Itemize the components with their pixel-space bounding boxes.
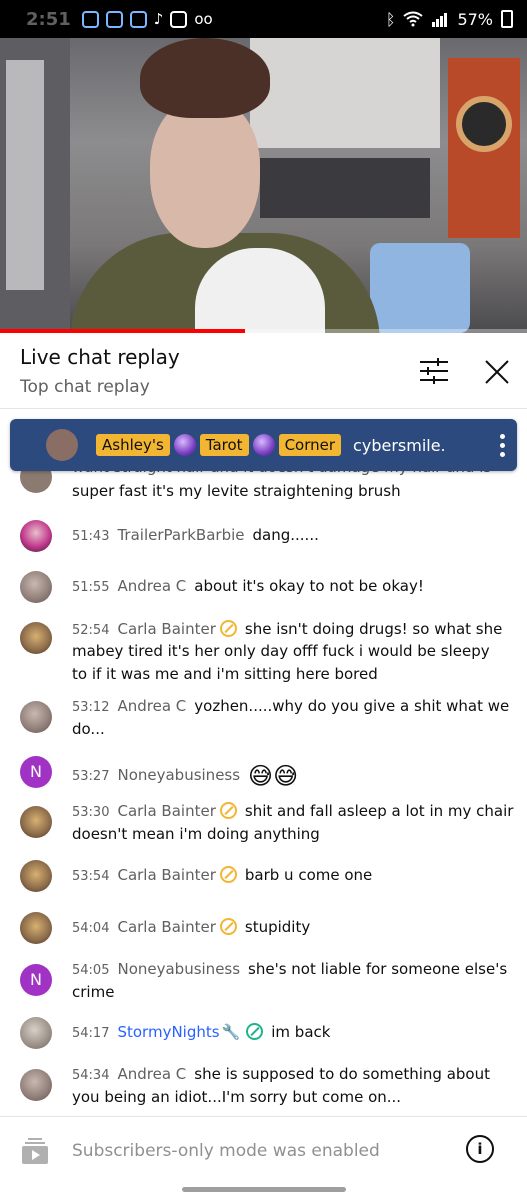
verified-badge-icon: [219, 802, 237, 819]
message-author[interactable]: Carla Bainter: [117, 866, 215, 884]
avatar: [20, 622, 52, 654]
avatar: [20, 1017, 52, 1049]
battery-percent: 57%: [457, 9, 493, 29]
message-timestamp: 54:04: [72, 921, 110, 936]
bluetooth-icon: ᛒ: [385, 9, 396, 29]
wifi-icon: [403, 11, 424, 27]
signal-icon: [432, 13, 448, 27]
more-options-icon[interactable]: [499, 433, 505, 457]
navigation-bar: [0, 1184, 527, 1200]
avatar: [20, 806, 52, 838]
message-text: yozhen.....why do you give a shit what w…: [194, 697, 510, 715]
message-text: mabey tired it's her only day offf fuck …: [72, 642, 490, 660]
message-timestamp: 53:27: [72, 769, 110, 784]
message-text: she is supposed to do something about: [194, 1065, 490, 1083]
message-text: barb u come one: [244, 866, 373, 884]
message-text: shit and fall asleep a lot in my chair: [244, 802, 514, 820]
screenshot-icon: [170, 10, 188, 28]
info-icon[interactable]: i: [466, 1135, 494, 1163]
message-timestamp: 54:17: [72, 1026, 110, 1041]
chat-header: Live chat replay Top chat replay: [0, 333, 527, 409]
avatar: [20, 912, 52, 944]
message-author[interactable]: TrailerParkBarbie: [117, 526, 244, 544]
close-icon[interactable]: [482, 357, 512, 387]
message-timestamp: 52:54: [72, 623, 110, 638]
message-author[interactable]: Andrea C: [117, 1065, 186, 1083]
message-text: to if it was me and i'm sitting here bor…: [72, 665, 378, 683]
message-author[interactable]: Andrea C: [117, 697, 186, 715]
message-timestamp: 51:43: [72, 529, 110, 544]
notification-app-icon: [81, 10, 99, 28]
pinned-message-banner[interactable]: Ashley's Tarot Corner cybersmile.: [10, 419, 517, 471]
message-text: she's not liable for someone else's: [248, 960, 508, 978]
message-timestamp: 51:55: [72, 580, 110, 595]
crystal-ball-icon: [252, 434, 275, 456]
verified-badge-icon: [219, 620, 237, 637]
avatar: [20, 571, 52, 603]
avatar: [20, 520, 52, 552]
message-timestamp: 53:12: [72, 700, 110, 715]
video-player[interactable]: [0, 38, 527, 333]
verified-badge-icon: [219, 918, 237, 935]
filter-sliders-icon[interactable]: [418, 357, 450, 385]
avatar: N: [20, 756, 52, 788]
avatar: [20, 860, 52, 892]
message-author[interactable]: Andrea C: [117, 577, 186, 595]
pinned-author-avatar: [46, 429, 78, 461]
message-text: you being an idiot...I'm sorry but come …: [72, 1088, 402, 1106]
avatar: [20, 701, 52, 733]
chat-mode-selector[interactable]: Top chat replay: [20, 377, 150, 397]
verified-badge-icon: [219, 866, 237, 883]
message-text: crime: [72, 983, 115, 1001]
wrench-icon: 🔧: [221, 1023, 241, 1041]
message-text: stupidity: [244, 918, 311, 936]
chat-title: Live chat replay: [20, 345, 180, 369]
status-bar: 2:51 ♪ oo ᛒ 57%: [0, 0, 527, 38]
message-text: about it's okay to not be okay!: [194, 577, 424, 595]
chat-footer: Subscribers-only mode was enabled i: [0, 1116, 527, 1184]
message-author[interactable]: Carla Bainter: [117, 620, 215, 638]
home-gesture-handle[interactable]: [182, 1187, 346, 1192]
verified-badge-icon: [246, 1023, 264, 1040]
notification-app-icon: [129, 10, 147, 28]
subscribers-mode-icon: [22, 1138, 48, 1164]
message-author[interactable]: StormyNights: [117, 1023, 219, 1041]
tiktok-icon: ♪: [153, 10, 164, 28]
message-author[interactable]: Noneyabusiness: [117, 960, 240, 978]
avatar: [20, 1069, 52, 1101]
chat-mode-message: Subscribers-only mode was enabled: [72, 1141, 380, 1161]
message-author[interactable]: Carla Bainter: [117, 918, 215, 936]
pinned-message-text: cybersmile.: [353, 435, 446, 455]
message-text: super fast it's my levite straightening …: [72, 482, 401, 500]
message-text: im back: [271, 1023, 331, 1041]
message-author[interactable]: Noneyabusiness: [117, 766, 240, 784]
pinned-badge: Ashley's: [96, 434, 170, 456]
message-text: 😅😅: [248, 762, 299, 790]
pinned-badge: Corner: [278, 434, 342, 456]
message-timestamp: 53:54: [72, 869, 110, 884]
crystal-ball-icon: [173, 434, 196, 456]
message-author[interactable]: Carla Bainter: [117, 802, 215, 820]
message-text: do...: [72, 720, 105, 738]
message-timestamp: 54:34: [72, 1068, 110, 1083]
message-text: she isn't doing drugs! so what she: [244, 620, 503, 638]
notification-app-icon: [105, 10, 123, 28]
message-text: doesn't mean i'm doing anything: [72, 825, 320, 843]
message-timestamp: 54:05: [72, 963, 110, 978]
voicemail-icon: oo: [194, 10, 213, 28]
pinned-badge: Tarot: [199, 434, 249, 456]
message-timestamp: 53:30: [72, 805, 110, 820]
status-time: 2:51: [26, 8, 71, 30]
avatar: N: [20, 964, 52, 996]
message-text: dang......: [252, 526, 319, 544]
battery-icon: [501, 10, 513, 28]
